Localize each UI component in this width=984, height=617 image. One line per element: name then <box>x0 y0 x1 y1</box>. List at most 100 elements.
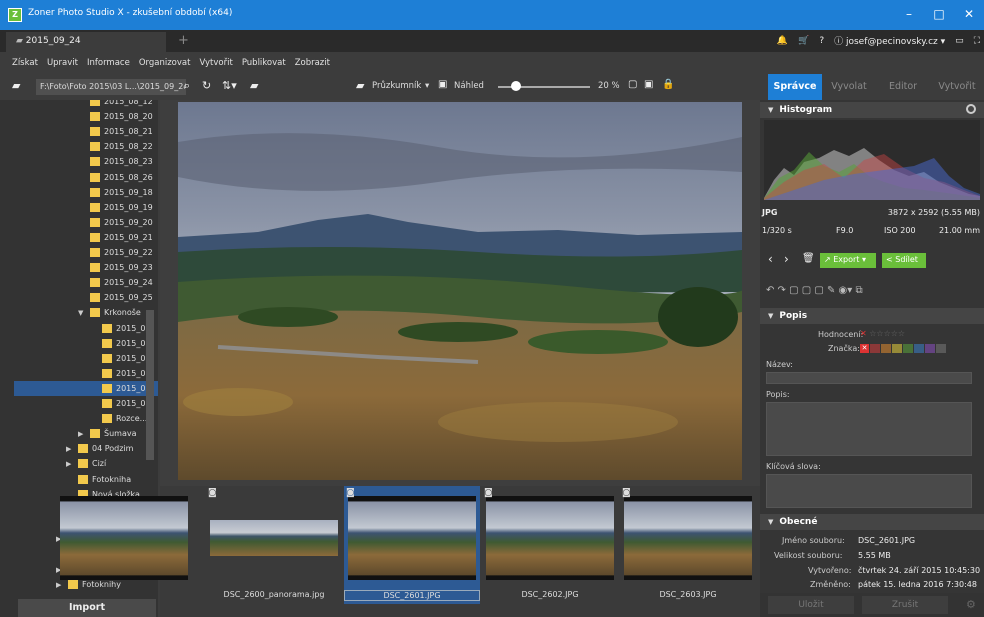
filmstrip-thumbnail[interactable]: DSC_2600_panorama.jpg ◙ <box>206 486 342 604</box>
no-tag-icon[interactable]: ✕ <box>860 344 869 353</box>
tree-item[interactable]: 2015_08_21 <box>78 124 153 139</box>
tree-item[interactable]: 2015_0... <box>90 366 153 381</box>
new-tab-button[interactable]: + <box>178 33 189 48</box>
menu-upravit[interactable]: Upravit <box>47 58 78 74</box>
tree-item[interactable]: 2015_0... <box>90 396 153 411</box>
rating-stars[interactable]: ✕ ☆☆☆☆☆ <box>860 329 905 338</box>
filmstrip-thumbnail[interactable]: DSC_2602.JPG ◙ <box>482 486 618 604</box>
cancel-button[interactable]: Zrušit <box>862 596 948 614</box>
thumbnail-image <box>60 496 188 580</box>
settings-gear-icon[interactable]: ⚙ <box>966 598 976 611</box>
color-tag-swatch[interactable] <box>914 344 924 353</box>
delete-icon[interactable]: 🗑 <box>802 253 815 264</box>
filmstrip-thumbnail[interactable]: DSC_2603.JPG ◙ <box>620 486 756 604</box>
tree-item[interactable]: 2015_09_20 <box>78 215 153 230</box>
description-label: Popis: <box>766 390 790 399</box>
tree-item[interactable]: Fotokniha <box>66 472 131 487</box>
tree-item[interactable]: 2015_08_20 <box>78 109 153 124</box>
name-field[interactable] <box>766 372 972 384</box>
collapse-chevron-icon[interactable]: ▶ <box>66 445 74 453</box>
color-tag-swatch[interactable] <box>936 344 946 353</box>
tab-spravce[interactable]: Správce <box>768 74 822 100</box>
expand-chevron-icon[interactable]: ▼ <box>78 309 86 317</box>
menu-informace[interactable]: Informace <box>87 58 130 74</box>
cart-icon[interactable]: 🛒 <box>798 36 809 46</box>
search-icon[interactable]: ⌕ <box>184 79 190 93</box>
filmstrip-thumbnail[interactable]: DSC_2601.JPG ◙ <box>344 486 480 604</box>
tree-item[interactable]: 2015_0... <box>14 380 158 396</box>
filmstrip-thumbnail[interactable] <box>56 486 192 604</box>
obecne-header[interactable]: ▼ Obecné <box>760 514 984 530</box>
fullscreen-icon[interactable]: ⛶ <box>974 36 980 46</box>
tree-item[interactable]: 2015_0... <box>90 351 153 366</box>
menu-vytvorit[interactable]: Vytvořit <box>199 58 232 74</box>
tree-item[interactable]: 2015_09_25 <box>78 290 153 305</box>
save-button[interactable]: Uložit <box>768 596 854 614</box>
share-button[interactable]: < Sdílet <box>882 253 926 268</box>
preview-button[interactable]: Náhled <box>454 81 484 91</box>
new-folder-icon[interactable]: ▰ <box>250 79 258 92</box>
sort-icon[interactable]: ⇅▾ <box>222 79 237 92</box>
help-icon[interactable]: ? <box>819 36 824 46</box>
zoom-slider-knob[interactable] <box>511 81 522 91</box>
keywords-field[interactable] <box>766 474 972 508</box>
tree-item[interactable]: ▼ Krkonoše <box>78 305 141 320</box>
path-field[interactable]: F:\Foto\Foto 2015\03 L...\2015_09_24 <box>36 79 186 95</box>
color-tag-swatch[interactable] <box>870 344 880 353</box>
prev-icon[interactable]: ‹ <box>768 252 773 266</box>
tab-vyvolat[interactable]: Vyvolat <box>822 74 876 100</box>
tree-item[interactable]: 2015_08_23 <box>78 154 153 169</box>
maximize-button[interactable]: □ <box>928 4 950 24</box>
tree-item[interactable]: 2015_09_21 <box>78 230 153 245</box>
notification-bell-icon[interactable]: 🔔 <box>777 36 788 46</box>
tree-item[interactable]: ▶ Cizí <box>66 456 106 471</box>
tree-item[interactable]: 2015_09_24 <box>78 275 153 290</box>
tree-item[interactable]: ▶ Šumava <box>78 426 136 441</box>
tree-item[interactable]: Rozce... <box>90 411 147 426</box>
tree-item[interactable]: 2015_08_22 <box>78 139 153 154</box>
minimize-button[interactable]: – <box>898 4 920 24</box>
tree-item[interactable]: 2015_0... <box>90 321 153 336</box>
color-tag-swatch[interactable] <box>892 344 902 353</box>
color-tag-swatch[interactable] <box>903 344 913 353</box>
refresh-icon[interactable]: ↻ <box>202 79 211 92</box>
histogram-settings-icon[interactable] <box>966 104 976 114</box>
tab-active-folder[interactable]: ▰ 2015_09_24 <box>6 32 166 52</box>
lock-icon[interactable]: 🔒 <box>662 79 674 90</box>
menu-zobrazit[interactable]: Zobrazit <box>295 58 330 74</box>
fit-icon[interactable]: ▢ <box>628 79 637 90</box>
menu-publikovat[interactable]: Publikovat <box>242 58 286 74</box>
description-field[interactable] <box>766 402 972 456</box>
user-menu[interactable]: ⓘ josef@pecinovsky.cz ▾ <box>834 34 945 47</box>
tree-scrollbar[interactable] <box>146 310 154 460</box>
folder-icon[interactable]: ▰ <box>12 79 20 92</box>
menu-organizovat[interactable]: Organizovat <box>139 58 191 74</box>
tree-item[interactable]: ▶ 04 Podzim <box>66 441 133 456</box>
tree-item[interactable]: 2015_09_22 <box>78 245 153 260</box>
close-button[interactable]: ✕ <box>958 4 980 24</box>
next-icon[interactable]: › <box>784 252 789 266</box>
rotate-tools[interactable]: ↶ ↷ ▢ ▢ ▢ ✎ ◉▾ ⧉ <box>766 285 863 296</box>
color-tag-swatch[interactable] <box>925 344 935 353</box>
explorer-chevron-icon[interactable]: ▾ <box>425 81 429 91</box>
collapse-chevron-icon[interactable]: ▶ <box>78 430 86 438</box>
menu-ziskat[interactable]: Získat <box>12 58 38 74</box>
fill-icon[interactable]: ▣ <box>644 79 653 90</box>
popis-header[interactable]: ▼ Popis <box>760 308 984 324</box>
histogram-header[interactable]: ▼ Histogram <box>760 102 984 118</box>
explorer-dropdown[interactable]: Průzkumník <box>372 81 421 91</box>
color-tag-swatch[interactable] <box>881 344 891 353</box>
tree-item[interactable]: 2015_09_19 <box>78 200 153 215</box>
color-tags[interactable]: ✕ <box>860 344 946 353</box>
tree-item[interactable]: 2015_08_26 <box>78 170 153 185</box>
tab-editor[interactable]: Editor <box>876 74 930 100</box>
tree-item[interactable]: 2015_08_12 <box>78 100 153 109</box>
tree-item[interactable]: 2015_0... <box>90 336 153 351</box>
main-photo <box>178 102 742 480</box>
layout-icon[interactable]: ▭ <box>955 36 964 46</box>
tree-item[interactable]: 2015_09_18 <box>78 185 153 200</box>
tab-vytvorit[interactable]: Vytvořit <box>930 74 984 100</box>
export-button[interactable]: ↗ Export ▾ <box>820 253 876 268</box>
collapse-chevron-icon[interactable]: ▶ <box>66 460 74 468</box>
tree-item[interactable]: 2015_09_23 <box>78 260 153 275</box>
